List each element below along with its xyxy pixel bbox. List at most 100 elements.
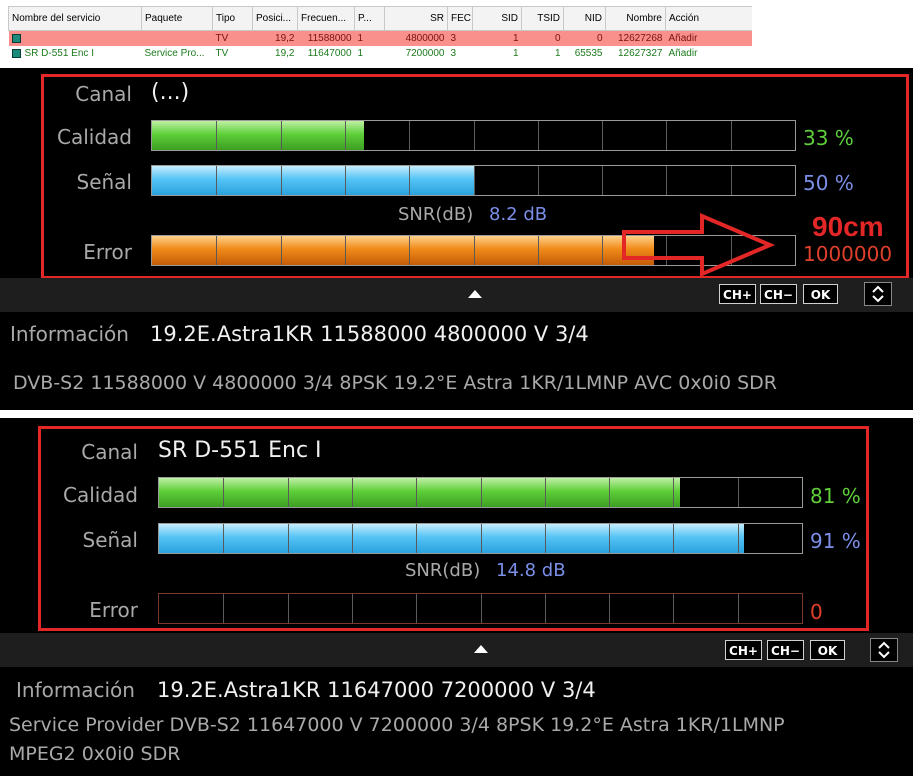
scale-tick [673, 478, 675, 507]
tv-service-icon [11, 33, 21, 43]
ok-button[interactable]: OK [803, 284, 838, 304]
transponder-details: DVB-S2 11588000 V 4800000 3/4 8PSK 19.2°… [13, 372, 777, 394]
error-value: 0 [810, 600, 823, 624]
calidad-bar-fill [159, 478, 680, 507]
scale-tick [609, 524, 611, 553]
scale-tick [544, 594, 546, 623]
col-header-sid[interactable]: SID [472, 6, 522, 31]
cell-p: 1 [354, 46, 385, 61]
col-header-frecuencia[interactable]: Frecuen... [297, 6, 355, 31]
ch-minus-button[interactable]: CH− [767, 640, 804, 660]
cell-accion-link[interactable]: Añadir [665, 30, 753, 46]
cell-sr: 7200000 [384, 46, 448, 61]
scale-tick [602, 121, 604, 150]
col-header-tsid[interactable]: TSID [521, 6, 564, 31]
cell-tsid: 0 [521, 30, 564, 46]
table-row[interactable]: SR D-551 Enc I Service Pro... TV 19,2 11… [8, 46, 753, 61]
scale-tick [223, 524, 225, 553]
canal-label: Canal [81, 440, 138, 464]
col-header-tipo[interactable]: Tipo [212, 6, 253, 31]
ch-minus-button[interactable]: CH− [760, 284, 797, 304]
col-header-paquete[interactable]: Paquete [141, 6, 213, 31]
col-header-nombre-servicio[interactable]: Nombre del servicio [8, 6, 142, 31]
scale-tick [344, 236, 346, 265]
ch-plus-button[interactable]: CH+ [725, 640, 762, 660]
senal-bar-fill [152, 166, 474, 195]
scale-tick [673, 594, 675, 623]
cell-fec: 3 [447, 30, 473, 46]
tv-service-icon [11, 48, 21, 58]
scale-tick [416, 524, 418, 553]
scale-tick [287, 524, 289, 553]
up-arrow-icon[interactable] [474, 645, 488, 653]
signal-panel-2: Canal SR D-551 Enc I Calidad 81 % Señal … [0, 418, 913, 776]
cell-nombre: 12627268 [605, 30, 666, 46]
scale-tick [216, 166, 218, 195]
cell-sid: 1 [472, 46, 522, 61]
col-header-nombre[interactable]: Nombre [605, 6, 666, 31]
service-table: Nombre del servicio Paquete Tipo Posici.… [8, 6, 753, 61]
informacion-value: 19.2E.Astra1KR 11588000 4800000 V 3/4 [150, 322, 589, 346]
up-arrow-icon[interactable] [468, 290, 482, 298]
scale-tick [730, 121, 732, 150]
scale-tick [737, 524, 739, 553]
senal-label: Señal [82, 528, 139, 552]
scale-tick [280, 236, 282, 265]
cell-service-name [8, 30, 142, 46]
transponder-details: Service Provider DVB-S2 11647000 V 72000… [9, 714, 785, 736]
scale-tick [544, 524, 546, 553]
col-header-posicion[interactable]: Posici... [252, 6, 298, 31]
scale-tick [351, 594, 353, 623]
scale-tick [537, 121, 539, 150]
scale-tick [480, 478, 482, 507]
table-row[interactable]: TV 19,2 11588000 1 4800000 3 1 0 0 12627… [8, 30, 753, 46]
error-label: Error [89, 598, 138, 622]
scale-tick [737, 478, 739, 507]
canal-value: SR D-551 Enc I [158, 438, 322, 463]
informacion-value: 19.2E.Astra1KR 11647000 7200000 V 3/4 [157, 678, 596, 702]
col-header-sr[interactable]: SR [384, 6, 448, 31]
calidad-bar [151, 120, 796, 151]
control-bar: CH+ CH− OK [0, 278, 913, 312]
scale-tick [409, 236, 411, 265]
col-header-nid[interactable]: NID [563, 6, 606, 31]
canal-label: Canal [75, 82, 132, 106]
scale-tick [602, 166, 604, 195]
calidad-bar-fill [152, 121, 365, 150]
scale-tick [287, 594, 289, 623]
col-header-fec[interactable]: FEC [447, 6, 473, 31]
cell-accion-link[interactable]: Añadir [665, 46, 753, 61]
chevron-up-down-icon[interactable] [864, 282, 892, 306]
canal-value: (...) [151, 80, 190, 105]
calidad-label: Calidad [57, 125, 132, 149]
calidad-percent: 33 % [803, 126, 854, 150]
right-arrow-annotation-icon [622, 212, 776, 278]
informacion-label: Información [10, 322, 129, 346]
scale-tick [280, 121, 282, 150]
col-header-p[interactable]: P... [354, 6, 385, 31]
ok-button[interactable]: OK [810, 640, 845, 660]
scale-tick [473, 166, 475, 195]
ch-plus-button[interactable]: CH+ [719, 284, 756, 304]
error-bar-fill [152, 236, 654, 265]
scale-tick [537, 236, 539, 265]
cell-nid: 65535 [563, 46, 606, 61]
scale-tick [216, 236, 218, 265]
snr-value: 14.8 dB [496, 560, 566, 581]
scale-tick [223, 478, 225, 507]
chevron-up-down-icon[interactable] [870, 638, 898, 662]
scale-tick [287, 478, 289, 507]
cell-service-name: SR D-551 Enc I [8, 46, 142, 61]
scale-tick [609, 594, 611, 623]
scale-tick [409, 121, 411, 150]
scale-tick [602, 236, 604, 265]
scale-tick [344, 166, 346, 195]
scale-tick [473, 236, 475, 265]
scale-tick [351, 524, 353, 553]
snr-label: SNR(dB) [405, 560, 481, 581]
calidad-percent: 81 % [810, 484, 861, 508]
scale-tick [223, 594, 225, 623]
scale-tick [730, 166, 732, 195]
scale-tick [480, 594, 482, 623]
col-header-accion[interactable]: Acción [665, 6, 753, 31]
